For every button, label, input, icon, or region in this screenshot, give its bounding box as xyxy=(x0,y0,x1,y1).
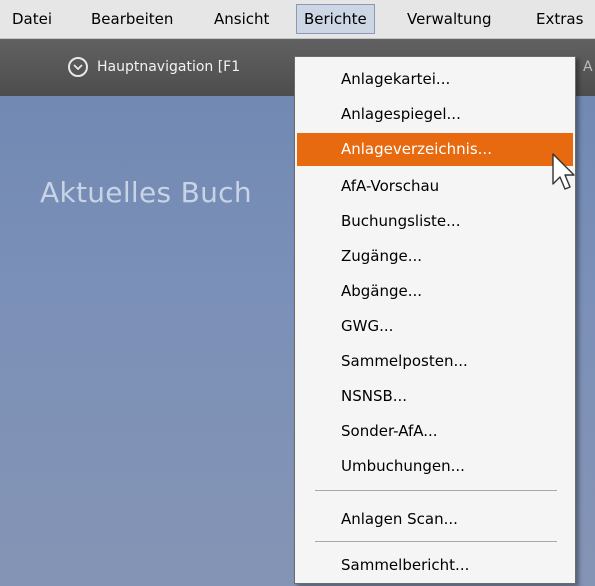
chevron-down-circle-icon xyxy=(68,57,88,77)
berichte-dropdown-menu: Anlagekartei... Anlagespiegel... Anlagev… xyxy=(294,56,576,584)
menu-item-anlagen-scan[interactable]: Anlagen Scan... xyxy=(297,503,573,536)
menu-separator xyxy=(315,541,557,542)
menu-ansicht[interactable]: Ansicht xyxy=(207,5,276,33)
mouse-pointer-icon xyxy=(552,153,575,190)
menu-bar: Datei Bearbeiten Ansicht Berichte Verwal… xyxy=(0,0,595,39)
menu-item-abgaenge[interactable]: Abgänge... xyxy=(297,275,573,308)
menu-item-umbuchungen[interactable]: Umbuchungen... xyxy=(297,450,573,483)
menu-verwaltung[interactable]: Verwaltung xyxy=(400,5,499,33)
menu-item-zugaenge[interactable]: Zugänge... xyxy=(297,240,573,273)
menu-item-anlagekartei[interactable]: Anlagekartei... xyxy=(297,63,573,96)
menu-item-buchungsliste[interactable]: Buchungsliste... xyxy=(297,205,573,238)
menu-item-gwg[interactable]: GWG... xyxy=(297,310,573,343)
menu-item-sammelbericht[interactable]: Sammelbericht... xyxy=(297,549,573,582)
menu-datei[interactable]: Datei xyxy=(5,5,59,33)
menu-berichte[interactable]: Berichte xyxy=(296,4,375,34)
menu-item-afa-vorschau[interactable]: AfA-Vorschau xyxy=(297,170,573,203)
page-title: Aktuelles Buch xyxy=(40,176,252,209)
toolbar-cut-text: A xyxy=(583,59,593,75)
menu-extras[interactable]: Extras xyxy=(529,5,590,33)
menu-item-anlagespiegel[interactable]: Anlagespiegel... xyxy=(297,98,573,131)
menu-item-sammelposten[interactable]: Sammelposten... xyxy=(297,345,573,378)
menu-item-anlageverzeichnis[interactable]: Anlageverzeichnis... xyxy=(297,133,573,166)
menu-item-nsnsb[interactable]: NSNSB... xyxy=(297,380,573,413)
menu-bearbeiten[interactable]: Bearbeiten xyxy=(84,5,180,33)
main-navigation-button[interactable]: Hauptnavigation [F1 xyxy=(68,53,240,81)
main-navigation-label: Hauptnavigation [F1 xyxy=(97,59,241,75)
menu-item-sonder-afa[interactable]: Sonder-AfA... xyxy=(297,415,573,448)
menu-separator xyxy=(315,490,557,491)
